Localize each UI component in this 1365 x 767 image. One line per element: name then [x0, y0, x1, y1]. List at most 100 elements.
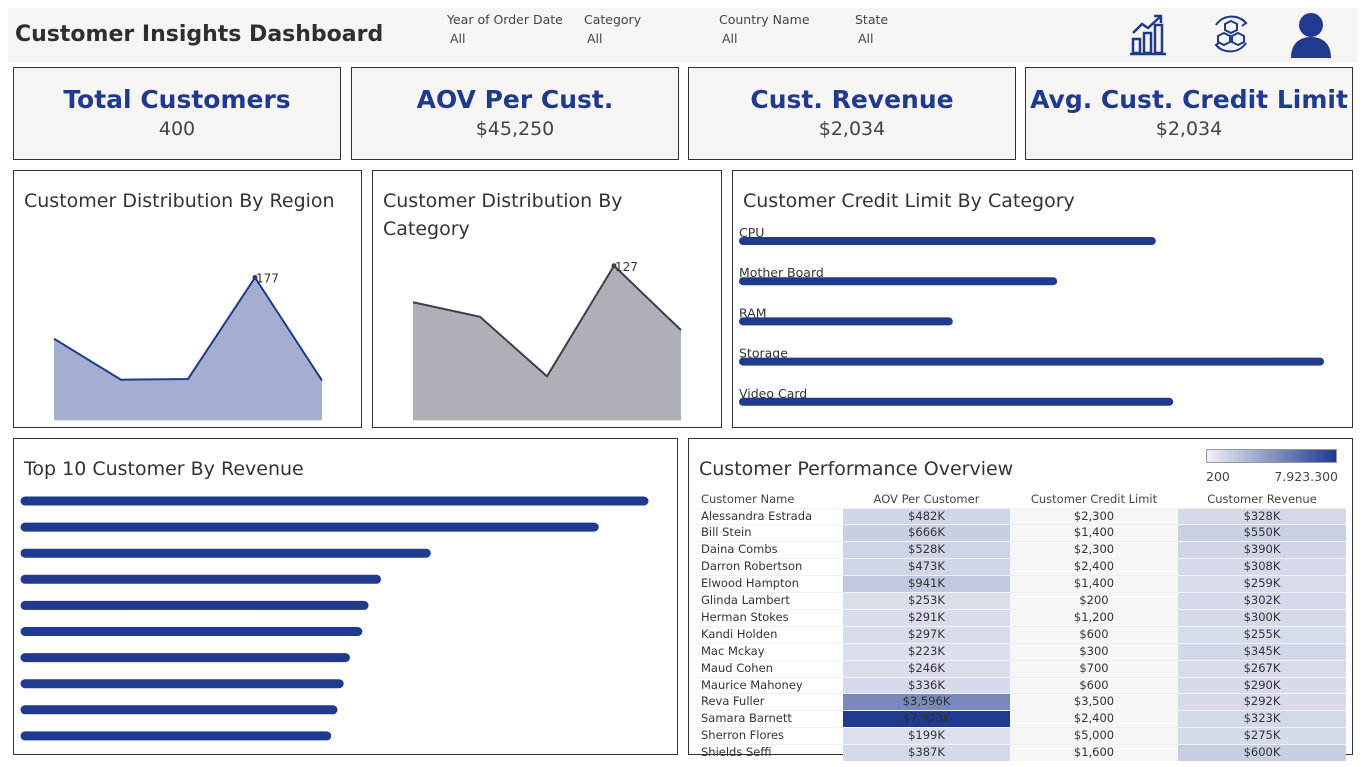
table-cell-aov: $246K [843, 659, 1010, 678]
table-row[interactable]: Glinda Lambert $253K $200 $302K [695, 592, 1346, 610]
table-row[interactable]: Elwood Hampton $941K $1,400 $259K [695, 575, 1346, 593]
table-cell-revenue: $390K [1178, 541, 1346, 559]
table-row[interactable]: Daina Combs $528K $2,300 $390K [695, 541, 1346, 559]
table-cell-credit: $5,000 [1010, 727, 1178, 745]
table-cell-credit: $2,300 [1010, 507, 1178, 525]
table-cell-revenue: $550K [1178, 524, 1346, 542]
table-cell-name: Daina Combs [695, 541, 843, 559]
table-cell-name: Sherron Flores [695, 727, 843, 745]
table-cell-name: Darron Robertson [695, 558, 843, 576]
panel-title: Customer Performance Overview [699, 458, 1014, 480]
table-cell-revenue: $300K [1178, 608, 1346, 627]
table-cell-name: Herman Stokes [695, 608, 843, 627]
kpi-avg-credit-limit: Avg. Cust. Credit Limit $2,034 [1025, 67, 1353, 160]
table-row[interactable]: Kandi Holden $297K $600 $255K [695, 625, 1346, 644]
table-row[interactable]: Mac Mckay $223K $300 $345K [695, 642, 1346, 661]
table-row[interactable]: Reva Fuller $3,596K $3,500 $292K [695, 693, 1346, 711]
table-cell-credit: $2,300 [1010, 541, 1178, 559]
table-cell-credit: $200 [1010, 592, 1178, 610]
table-cell-credit: $1,400 [1010, 575, 1178, 593]
table-row[interactable]: Sherron Flores $199K $5,000 $275K [695, 727, 1346, 745]
cubes-cycle-icon[interactable] [1208, 11, 1254, 61]
table-row[interactable]: Bill Stein $666K $1,400 $550K [695, 524, 1346, 542]
kpi-label: Cust. Revenue [750, 85, 954, 114]
table-cell-aov: $387K [843, 744, 1010, 762]
table-row[interactable]: Alessandra Estrada $482K $2,300 $328K [695, 507, 1346, 525]
table-cell-revenue: $292K [1178, 693, 1346, 711]
table-cell-aov: $666K [843, 524, 1010, 542]
table-row[interactable]: Maurice Mahoney $336K $600 $290K [695, 676, 1346, 694]
table-cell-name: Bill Stein [695, 524, 843, 542]
filter-label: Country Name [719, 12, 810, 27]
table-cell-aov: $7,923K [843, 710, 1010, 728]
table-cell-revenue: $308K [1178, 558, 1346, 576]
table-row[interactable]: Maud Cohen $246K $700 $267K [695, 659, 1346, 678]
column-header[interactable]: Customer Credit Limit [1010, 490, 1178, 508]
table-cell-aov: $336K [843, 676, 1010, 694]
table-cell-credit: $600 [1010, 676, 1178, 694]
table-cell-aov: $291K [843, 608, 1010, 627]
table-cell-aov: $253K [843, 592, 1010, 610]
column-header[interactable]: Customer Revenue [1178, 490, 1346, 508]
table-cell-aov: $473K [843, 558, 1010, 576]
performance-panel: Customer Performance Overview 200 7.923.… [688, 438, 1353, 762]
filter-label: Category [584, 12, 642, 27]
kpi-aov-per-customer: AOV Per Cust. $45,250 [351, 67, 679, 160]
category-area-chart[interactable]: 127 [373, 171, 721, 427]
top10-revenue-panel: Top 10 Customer By Revenue [13, 438, 678, 755]
table-cell-credit: $300 [1010, 642, 1178, 661]
kpi-customer-revenue: Cust. Revenue $2,034 [688, 67, 1016, 160]
filter-category[interactable]: Category All [584, 12, 641, 46]
table-row[interactable]: Shields Seffi $387K $1,600 $600K [695, 744, 1346, 762]
table-cell-revenue: $255K [1178, 625, 1346, 644]
column-header[interactable]: AOV Per Customer [843, 490, 1010, 508]
bar-chart-growth-icon[interactable] [1128, 11, 1172, 61]
filter-state[interactable]: State All [855, 12, 888, 46]
category-distribution-panel: Customer Distribution By Category 127 [372, 170, 722, 428]
table-cell-revenue: $328K [1178, 507, 1346, 525]
table-cell-revenue: $323K [1178, 710, 1346, 728]
table-cell-aov: $528K [843, 541, 1010, 559]
top10-bar-chart[interactable] [14, 439, 677, 754]
data-label: 127 [615, 260, 638, 274]
table-cell-name: Elwood Hampton [695, 575, 843, 593]
table-cell-name: Reva Fuller [695, 693, 843, 711]
filter-label: State [855, 12, 889, 27]
kpi-value: $2,034 [1155, 118, 1223, 140]
color-legend-gradient [1206, 449, 1337, 463]
filter-value[interactable]: All [858, 31, 888, 46]
table-cell-credit: $1,400 [1010, 524, 1178, 542]
legend-max-label: 7.923.300 [1274, 469, 1338, 484]
table-row[interactable]: Samara Barnett $7,923K $2,400 $323K [695, 710, 1346, 728]
table-cell-aov: $297K [843, 625, 1010, 644]
table-cell-revenue: $302K [1178, 592, 1346, 610]
user-icon[interactable] [1286, 11, 1336, 65]
table-cell-aov: $223K [843, 642, 1010, 661]
table-cell-credit: $1,600 [1010, 744, 1178, 762]
table-cell-name: Kandi Holden [695, 625, 843, 644]
filter-year[interactable]: Year of Order Date All [447, 12, 563, 46]
kpi-label: AOV Per Cust. [416, 85, 614, 114]
table-cell-aov: $941K [843, 575, 1010, 593]
table-cell-name: Samara Barnett [695, 710, 843, 728]
filter-country[interactable]: Country Name All [719, 12, 810, 46]
credit-bar-chart[interactable]: CPUMother BoardRAMStorageVideo Card [733, 171, 1352, 427]
column-header[interactable]: Customer Name [695, 490, 843, 508]
table-cell-credit: $2,400 [1010, 710, 1178, 728]
table-cell-revenue: $345K [1178, 642, 1346, 661]
area-fill [54, 277, 322, 420]
table-cell-name: Mac Mckay [695, 642, 843, 661]
table-cell-credit: $1,200 [1010, 608, 1178, 627]
table-row[interactable]: Darron Robertson $473K $2,400 $308K [695, 558, 1346, 576]
filter-value[interactable]: All [587, 31, 641, 46]
region-distribution-panel: Customer Distribution By Region 177 [13, 170, 362, 428]
filter-value[interactable]: All [450, 31, 563, 46]
table-row[interactable]: Herman Stokes $291K $1,200 $300K [695, 608, 1346, 627]
filter-value[interactable]: All [722, 31, 810, 46]
legend-min-label: 200 [1206, 469, 1230, 484]
dashboard-title: Customer Insights Dashboard [15, 22, 384, 47]
kpi-value: 400 [158, 118, 196, 140]
region-area-chart[interactable]: 177 [14, 171, 361, 427]
table-cell-revenue: $259K [1178, 575, 1346, 593]
table-cell-credit: $600 [1010, 625, 1178, 644]
